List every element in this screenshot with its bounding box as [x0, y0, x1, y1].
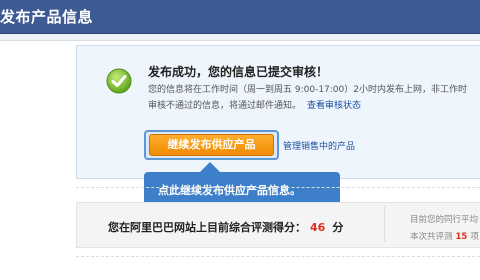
rating-score: 46: [310, 221, 326, 234]
evaluation-count: 15: [455, 232, 468, 242]
rating-unit: 分: [332, 221, 344, 234]
rating-divider: [384, 206, 385, 242]
bottom-divider: [76, 256, 480, 257]
continue-publish-button[interactable]: 继续发布供应产品: [149, 134, 274, 156]
manage-products-link[interactable]: 管理销售中的产品: [283, 139, 355, 152]
review-notice-text: 审核不通过的信息，将通过邮件通知。: [148, 101, 302, 111]
review-info-text: 您的信息将在工作时间（周一到周五 9:00-17:00）2小时内发布上网，非工作…: [148, 85, 467, 95]
tooltip-arrow: [200, 162, 220, 172]
view-review-status-link[interactable]: 查看审核状态: [307, 101, 361, 111]
success-title: 发布成功，您的信息已提交审核！: [148, 65, 329, 79]
page-header: 发布产品信息: [0, 0, 480, 34]
sub-bar: [0, 34, 480, 41]
rating-prefix: 您在阿里巴巴网站上目前综合评测得分：: [108, 221, 306, 234]
check-circle-icon: [106, 68, 132, 94]
divider: [76, 187, 480, 188]
evaluation-count-suffix: 项: [470, 232, 479, 242]
review-notice-line: 审核不通过的信息，将通过邮件通知。 查看审核状态: [148, 98, 361, 111]
peer-average-note: 目前您的同行平均: [410, 215, 479, 225]
rating-summary: 您在阿里巴巴网站上目前综合评测得分： 46 分: [108, 219, 343, 235]
evaluation-count-prefix: 本次共评测: [410, 232, 453, 242]
page-title: 发布产品信息: [0, 8, 94, 26]
evaluation-count-note: 本次共评测 15 项: [410, 230, 479, 242]
